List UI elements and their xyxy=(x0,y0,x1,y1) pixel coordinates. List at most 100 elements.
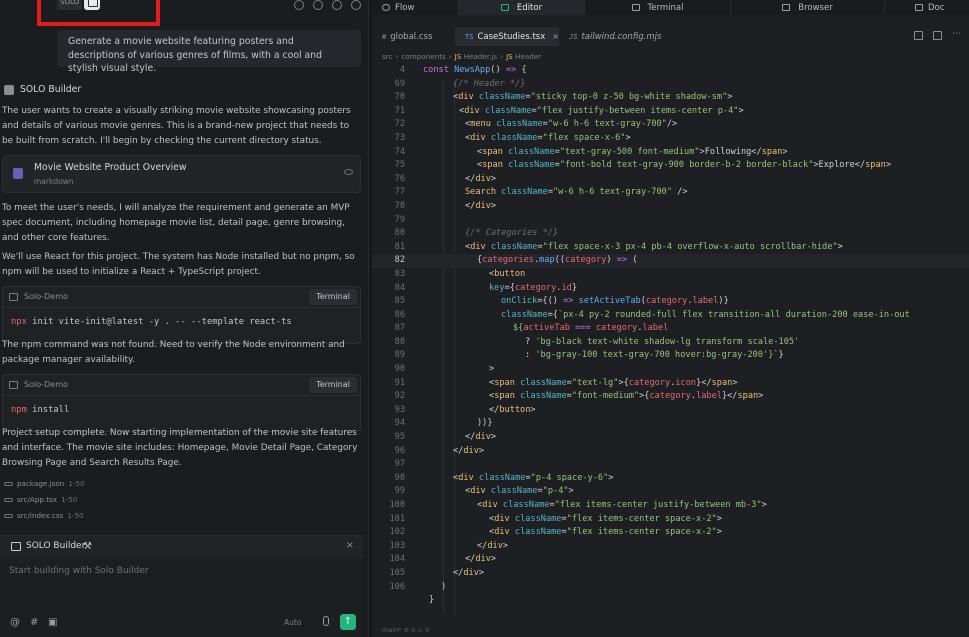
account-icon[interactable] xyxy=(351,0,361,10)
code-line[interactable]: 96 </div> xyxy=(372,445,969,459)
tab-doc[interactable]: Doc xyxy=(885,0,969,15)
code-line[interactable]: 103 </div> xyxy=(372,540,969,554)
history-icon[interactable] xyxy=(313,0,323,10)
code-line[interactable]: 95 </div> xyxy=(372,431,969,445)
code-line[interactable]: 75 <span className="font-bold text-gray-9… xyxy=(372,159,969,173)
code-line[interactable]: 106) xyxy=(372,581,969,595)
solo-mode-chip[interactable]: SOLO xyxy=(57,0,83,10)
code-line[interactable]: 89: 'bg-gray-100 text-gray-700 hover:bg-… xyxy=(372,349,969,363)
hash-icon[interactable]: # xyxy=(30,617,38,628)
file-tab-casestudies[interactable]: TS CaseStudies.tsx × xyxy=(455,27,559,46)
code-line[interactable]: 92 <span className="font-medium">{categor… xyxy=(372,390,969,404)
breadcrumb-item[interactable]: Header.js xyxy=(464,52,498,61)
code-line[interactable]: 91 <span className="text-lg">{category.ic… xyxy=(372,377,969,391)
file-tab-global-css[interactable]: # global.css xyxy=(372,27,455,46)
code-line[interactable]: 83 <button xyxy=(372,268,969,282)
code-line[interactable]: 87 ${activeTab === category.label xyxy=(372,322,969,336)
code-text: Search className="w-6 h-6 text-gray-700"… xyxy=(465,187,688,198)
split-editor-icon[interactable] xyxy=(933,31,942,40)
tab-flow[interactable]: Flow xyxy=(372,0,459,15)
tools-icon[interactable]: ⚒ xyxy=(83,541,92,552)
command-args: init vite-init@latest -y . -- --template… xyxy=(26,317,292,327)
line-number: 97 xyxy=(394,459,405,470)
code-line[interactable]: 81 <div className="flex space-x-3 px-4 pb… xyxy=(372,241,969,255)
code-line[interactable]: 77 Search className="w-6 h-6 text-gray-70… xyxy=(372,186,969,200)
open-external-icon[interactable] xyxy=(914,31,923,40)
send-button[interactable]: ↑ xyxy=(340,614,356,630)
code-line[interactable]: 94))} xyxy=(372,417,969,431)
command-keyword: npx xyxy=(11,317,27,327)
code-line[interactable]: 79 xyxy=(372,214,969,228)
code-line[interactable]: 97 xyxy=(372,458,969,472)
line-number: 96 xyxy=(394,445,405,456)
code-line[interactable]: 86 className={`px-4 py-2 rounded-full fle… xyxy=(372,309,969,323)
code-line[interactable]: 84 key={category.id} xyxy=(372,282,969,296)
main-tab-bar: Flow Editor Terminal Browser Doc xyxy=(372,0,969,15)
code-line[interactable]: 105 </div> xyxy=(372,567,969,581)
code-line[interactable]: 72 <menu className="w-6 h-6 text-gray-700… xyxy=(372,118,969,132)
code-text: > xyxy=(489,364,495,375)
code-line[interactable]: 93 </button> xyxy=(372,404,969,418)
tab-terminal[interactable]: Terminal xyxy=(585,0,731,15)
doc-card-title: Movie Website Product Overview xyxy=(34,162,187,173)
close-tab-icon[interactable]: × xyxy=(552,32,559,41)
code-line[interactable]: 85 onClick={() => setActiveTab(category.l… xyxy=(372,295,969,309)
breadcrumb-item[interactable]: src xyxy=(382,52,393,61)
code-line[interactable]: 102 <div className="flex items-center spa… xyxy=(372,526,969,540)
close-icon[interactable]: × xyxy=(346,540,354,551)
doc-card[interactable]: Movie Website Product Overview markdown xyxy=(2,155,361,193)
file-ref[interactable]: package.json 1-50 xyxy=(4,479,85,488)
code-text: const NewsApp() => { xyxy=(423,65,527,75)
command-keyword: npm xyxy=(11,405,27,415)
file-ref[interactable]: src/index.css 1-50 xyxy=(4,511,84,520)
code-line[interactable]: 90 > xyxy=(372,363,969,377)
code-line[interactable]: 101 <div className="flex items-center spa… xyxy=(372,513,969,527)
code-line[interactable]: 76 </div> xyxy=(372,173,969,187)
image-icon[interactable]: ▣ xyxy=(48,617,57,628)
code-text: <div className="sticky top-0 z-50 bg-whi… xyxy=(453,92,733,103)
link-icon xyxy=(4,497,13,502)
code-line[interactable]: 74 <span className="text-gray-500 font-me… xyxy=(372,146,969,160)
code-line[interactable]: 69 {/* Header */} xyxy=(372,78,969,92)
mention-icon[interactable]: @ xyxy=(10,617,20,628)
code-line[interactable]: } xyxy=(372,594,969,608)
open-terminal-button[interactable]: Terminal xyxy=(309,377,357,393)
tab-label: Editor xyxy=(516,2,543,13)
assistant-message-setup: Project setup complete. Now starting imp… xyxy=(2,428,358,468)
chat-icon[interactable] xyxy=(294,0,304,10)
code-line[interactable]: 98 <div className="p-4 space-y-6"> xyxy=(372,472,969,486)
line-number: 72 xyxy=(394,119,405,130)
eye-icon[interactable] xyxy=(344,169,353,175)
terminal-icon xyxy=(9,293,18,301)
assistant-message-intro: The user wants to create a visually stri… xyxy=(2,106,351,146)
breadcrumb-item[interactable]: components xyxy=(401,52,445,61)
line-number: 91 xyxy=(394,377,405,388)
code-line[interactable]: 73 <div className="flex space-x-6"> xyxy=(372,132,969,146)
assistant-name: SOLO Builder xyxy=(20,84,82,95)
tab-editor[interactable]: Editor xyxy=(459,0,585,15)
code-line[interactable]: 100 <div className="flex items-center jus… xyxy=(372,499,969,513)
model-selector[interactable]: Auto xyxy=(284,618,301,627)
code-editor[interactable]: 4 const NewsApp() => {69 {/* Header */} 70 <… xyxy=(372,64,969,608)
code-text: </div> xyxy=(453,445,485,456)
gear-icon[interactable] xyxy=(332,0,342,10)
code-line[interactable]: 80 {/* Categories */} xyxy=(372,227,969,241)
tab-browser[interactable]: Browser xyxy=(731,0,885,15)
code-line[interactable]: 82 {categories.map((category) => ( xyxy=(372,254,969,268)
code-line[interactable]: 4 const NewsApp() => { xyxy=(372,64,969,78)
code-line[interactable]: 70 <div className="sticky top-0 z-50 bg-w… xyxy=(372,91,969,105)
file-ref[interactable]: src/App.tsx 1-50 xyxy=(4,495,77,504)
solo-toggle-icon[interactable] xyxy=(84,0,100,10)
code-text: <menu className="w-6 h-6 text-gray-700"/… xyxy=(465,119,678,130)
code-line[interactable]: 99 <div className="p-4"> xyxy=(372,485,969,499)
more-icon[interactable]: ⋯ xyxy=(952,30,961,40)
breadcrumb-item[interactable]: Header xyxy=(515,52,541,61)
code-line[interactable]: 71 <div className="flex justify-between i… xyxy=(372,105,969,119)
file-tab-tailwind-config[interactable]: JS tailwind.config.mjs xyxy=(559,27,679,46)
code-line[interactable]: 78 </div> xyxy=(372,200,969,214)
code-line[interactable]: 104 </div> xyxy=(372,553,969,567)
microphone-icon[interactable] xyxy=(323,616,329,626)
chat-input[interactable] xyxy=(9,566,349,576)
open-terminal-button[interactable]: Terminal xyxy=(309,289,357,305)
code-line[interactable]: 88 ? 'bg-black text-white shadow-lg trans… xyxy=(372,336,969,350)
